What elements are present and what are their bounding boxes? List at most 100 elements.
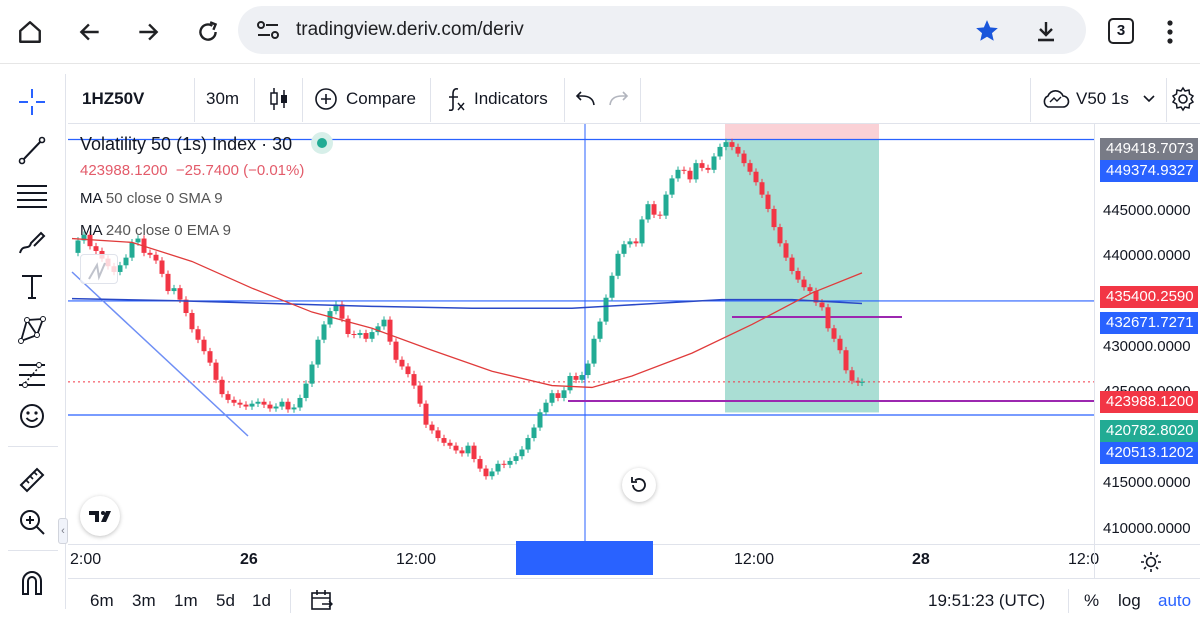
redo-button[interactable]: [608, 74, 630, 124]
candle-body: [357, 333, 363, 335]
range-1m-button[interactable]: 1m: [174, 591, 198, 611]
legend-price-change: 423988.1200 −25.7400 (−0.01%): [80, 162, 305, 179]
bookmark-star-icon[interactable]: [974, 18, 1000, 49]
range-5d-button[interactable]: 5d: [216, 591, 235, 611]
download-icon[interactable]: [1034, 18, 1058, 49]
account-selector[interactable]: V50 1s: [1040, 74, 1155, 124]
range-3m-button[interactable]: 3m: [132, 591, 156, 611]
calendar-icon: [311, 590, 333, 610]
candle-body: [741, 153, 747, 164]
candle-body: [435, 430, 441, 439]
toolbar-divider: [194, 78, 195, 122]
chart-svg[interactable]: [68, 124, 1094, 544]
candle-body: [243, 404, 249, 407]
crosshair-icon[interactable]: [14, 84, 50, 120]
emoji-icon[interactable]: [14, 398, 50, 434]
legend-ma-240[interactable]: MA 240 close 0 EMA 9: [80, 222, 231, 239]
interval-button[interactable]: 30m: [206, 74, 239, 124]
range-6m-button[interactable]: 6m: [90, 591, 114, 611]
go-to-date-button[interactable]: [310, 589, 334, 616]
toolbar-divider: [1068, 589, 1069, 613]
interval-label: 30m: [206, 89, 240, 108]
candle-body: [465, 445, 471, 454]
candle-body: [555, 393, 561, 398]
candle-body: [339, 304, 345, 319]
ruler-icon[interactable]: [14, 460, 50, 496]
home-icon[interactable]: [12, 14, 48, 50]
time-tick: 28: [912, 551, 930, 568]
percent-scale-button[interactable]: %: [1084, 591, 1099, 611]
address-bar[interactable]: tradingview.deriv.com/deriv: [238, 6, 1086, 54]
candle-body: [531, 427, 537, 439]
reload-icon[interactable]: [190, 14, 226, 50]
compare-button[interactable]: Compare: [314, 74, 416, 124]
candle-body: [411, 374, 417, 386]
auto-scale-button[interactable]: auto: [1158, 591, 1191, 611]
more-menu-icon[interactable]: [1152, 14, 1188, 50]
tab-count: 3: [1116, 22, 1126, 39]
tab-switcher-button[interactable]: 3: [1108, 18, 1134, 44]
candle-body: [859, 381, 865, 383]
site-settings-icon[interactable]: [254, 18, 282, 47]
candle-body: [561, 390, 567, 398]
price-tag-target: 420782.8020: [1100, 420, 1198, 442]
tradingview-logo[interactable]: [80, 496, 120, 536]
chart-canvas[interactable]: [68, 124, 1094, 544]
candle-body: [321, 324, 327, 340]
zoom-in-icon[interactable]: [14, 504, 50, 540]
forward-arrow-icon[interactable]: [130, 14, 166, 50]
browser-toolbar: tradingview.deriv.com/deriv 3: [0, 0, 1200, 64]
symbol-search-button[interactable]: 1HZ50V: [82, 74, 144, 124]
pattern-icon[interactable]: [14, 312, 50, 348]
candle-body: [291, 407, 297, 410]
candle-body: [225, 394, 231, 400]
candle-body: [681, 169, 687, 171]
candle-body: [585, 363, 591, 376]
prediction-tool-icon[interactable]: [14, 356, 50, 392]
text-tool-icon[interactable]: [14, 268, 50, 304]
time-axis[interactable]: 2:00 26 12:00 27 Oct '23 00:00 12:00 28 …: [68, 541, 1099, 600]
fib-retracement-icon[interactable]: [14, 178, 50, 214]
trend-line-icon[interactable]: [14, 132, 50, 168]
undo-button[interactable]: [574, 74, 596, 124]
candle-body: [417, 385, 423, 404]
candle-body: [75, 240, 81, 253]
time-tick: 12:00: [396, 551, 437, 568]
utc-clock[interactable]: 19:51:23 (UTC): [928, 591, 1045, 611]
range-1d-button[interactable]: 1d: [252, 591, 271, 611]
settings-button[interactable]: [1170, 74, 1196, 124]
toolbar-divider: [1166, 78, 1167, 122]
candle-body: [171, 288, 177, 292]
candle-body: [249, 403, 255, 407]
candle-body: [177, 288, 183, 300]
candle-body: [567, 376, 573, 391]
crosshair-time-label: 27 Oct '23 00:00: [516, 541, 660, 600]
price-axis[interactable]: 445000.0000 440000.0000 430000.0000 4150…: [1094, 124, 1200, 544]
candle-body: [843, 350, 849, 371]
candle-body: [603, 297, 609, 322]
magnet-icon[interactable]: [14, 564, 50, 600]
candle-body: [699, 163, 705, 168]
candle-body: [189, 313, 195, 330]
chevron-down-icon: [1143, 95, 1155, 103]
function-icon: [448, 88, 465, 112]
candle-body: [687, 170, 693, 180]
brush-icon[interactable]: [14, 224, 50, 260]
price-tick: 415000.0000: [1103, 474, 1191, 491]
candle-body: [615, 253, 621, 276]
legend-ma-50[interactable]: MA 50 close 0 SMA 9: [80, 190, 223, 207]
candle-body: [147, 252, 153, 255]
back-arrow-icon[interactable]: [72, 14, 108, 50]
collapse-legend-button[interactable]: [80, 254, 118, 284]
candle-body: [519, 449, 525, 457]
candle-body: [591, 338, 597, 364]
collapse-toolbar-handle[interactable]: ‹: [58, 518, 68, 544]
chart-type-button[interactable]: [268, 74, 290, 124]
reset-chart-button[interactable]: [622, 468, 656, 502]
candle-body: [387, 319, 393, 342]
indicators-button[interactable]: Indicators: [444, 74, 548, 124]
candle-body: [273, 406, 279, 409]
log-scale-button[interactable]: log: [1118, 591, 1141, 611]
redo-icon: [609, 91, 629, 106]
chart-settings-corner[interactable]: [1094, 544, 1200, 578]
